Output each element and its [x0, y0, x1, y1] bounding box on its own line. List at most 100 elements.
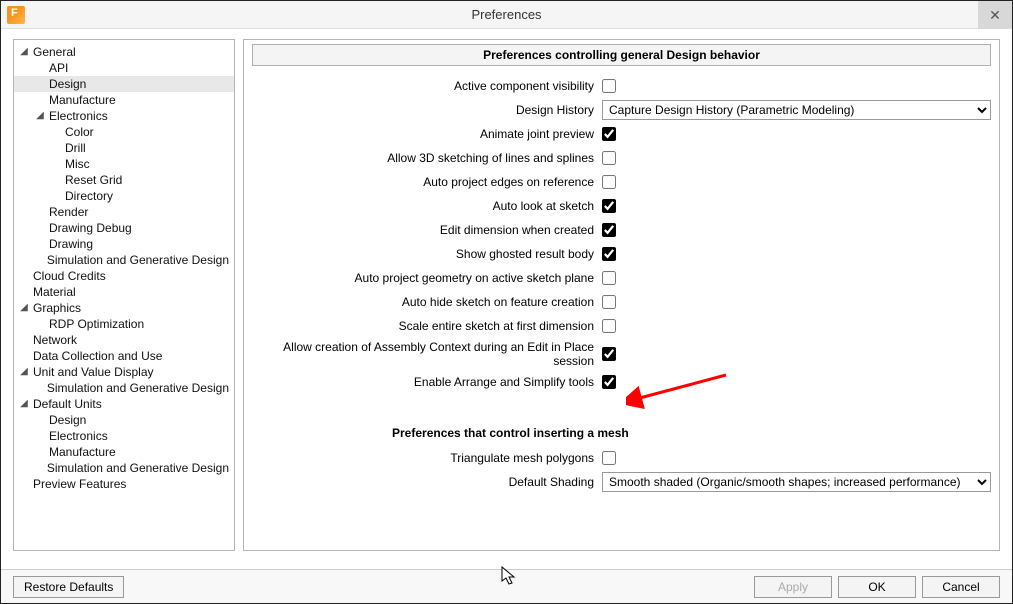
tree-item[interactable]: Simulation and Generative Design — [34, 380, 234, 396]
pref-label: Active component visibility — [252, 79, 602, 93]
tree-item-label: Reset Grid — [62, 172, 125, 188]
pref-label: Show ghosted result body — [252, 247, 602, 261]
tree-collapse-icon[interactable]: ◢ — [18, 300, 30, 316]
tree-item-label: Design — [46, 76, 89, 92]
tree-item-label: Cloud Credits — [30, 268, 109, 284]
tree-item-label: API — [46, 60, 71, 76]
tree-item-label: Design — [46, 412, 89, 428]
section-header-mesh: Preferences that control inserting a mes… — [252, 426, 991, 440]
tree-collapse-icon[interactable]: ◢ — [18, 44, 30, 60]
cancel-button[interactable]: Cancel — [922, 576, 1000, 598]
pref-row: Default ShadingSmooth shaded (Organic/sm… — [252, 472, 991, 492]
tree-item[interactable]: Preview Features — [18, 476, 234, 492]
tree-item[interactable]: Misc — [50, 156, 234, 172]
pref-checkbox[interactable] — [602, 127, 616, 141]
tree-item[interactable]: Network — [18, 332, 234, 348]
tree-item[interactable]: ◢Electronics — [34, 108, 234, 124]
tree-item-label: Network — [30, 332, 80, 348]
pref-checkbox[interactable] — [602, 175, 616, 189]
tree-item-label: Unit and Value Display — [30, 364, 157, 380]
tree-item[interactable]: Render — [34, 204, 234, 220]
tree-item[interactable]: Drill — [50, 140, 234, 156]
nav-tree-panel: ◢GeneralAPIDesignManufacture◢Electronics… — [13, 39, 235, 551]
mesh-pref-rows: Triangulate mesh polygonsDefault Shading… — [252, 448, 991, 492]
pref-label: Design History — [252, 103, 602, 117]
tree-item-label: Render — [46, 204, 91, 220]
tree-collapse-icon[interactable]: ◢ — [34, 108, 46, 124]
tree-item[interactable]: ◢General — [18, 44, 234, 60]
pref-label: Auto project edges on reference — [252, 175, 602, 189]
tree-item[interactable]: Electronics — [34, 428, 234, 444]
pref-checkbox[interactable] — [602, 151, 616, 165]
tree-item[interactable]: Drawing — [34, 236, 234, 252]
pref-label: Edit dimension when created — [252, 223, 602, 237]
tree-item[interactable]: Drawing Debug — [34, 220, 234, 236]
tree-item[interactable]: Reset Grid — [50, 172, 234, 188]
pref-row: Animate joint preview — [252, 124, 991, 144]
tree-item[interactable]: Design — [34, 412, 234, 428]
pref-row: Scale entire sketch at first dimension — [252, 316, 991, 336]
pref-checkbox[interactable] — [602, 223, 616, 237]
tree-item-label: Simulation and Generative Design — [44, 460, 232, 476]
pref-label: Default Shading — [252, 475, 602, 489]
tree-item[interactable]: Material — [18, 284, 234, 300]
tree-item-label: Data Collection and Use — [30, 348, 165, 364]
nav-tree: ◢GeneralAPIDesignManufacture◢Electronics… — [14, 44, 234, 492]
window-title: Preferences — [1, 7, 1012, 22]
pref-row: Auto hide sketch on feature creation — [252, 292, 991, 312]
pref-select[interactable]: Smooth shaded (Organic/smooth shapes; in… — [602, 472, 991, 492]
tree-item[interactable]: Cloud Credits — [18, 268, 234, 284]
pref-control — [602, 347, 991, 361]
pref-checkbox[interactable] — [602, 295, 616, 309]
tree-item[interactable]: Simulation and Generative Design — [34, 252, 234, 268]
tree-item[interactable]: RDP Optimization — [34, 316, 234, 332]
pref-control: Smooth shaded (Organic/smooth shapes; in… — [602, 472, 991, 492]
pref-checkbox[interactable] — [602, 271, 616, 285]
pref-control — [602, 127, 991, 141]
tree-item-label: Manufacture — [46, 92, 119, 108]
pref-label: Auto hide sketch on feature creation — [252, 295, 602, 309]
pref-control — [602, 271, 991, 285]
app-icon — [7, 6, 25, 24]
titlebar: Preferences ✕ — [1, 1, 1012, 29]
tree-item[interactable]: ◢Graphics — [18, 300, 234, 316]
restore-defaults-button[interactable]: Restore Defaults — [13, 576, 124, 598]
tree-item[interactable]: Design — [13, 76, 234, 92]
ok-button[interactable]: OK — [838, 576, 916, 598]
tree-item[interactable]: Data Collection and Use — [18, 348, 234, 364]
tree-item[interactable]: ◢Unit and Value Display — [18, 364, 234, 380]
tree-item-label: Manufacture — [46, 444, 119, 460]
tree-item[interactable]: API — [34, 60, 234, 76]
tree-collapse-icon[interactable]: ◢ — [18, 396, 30, 412]
tree-collapse-icon[interactable]: ◢ — [18, 364, 30, 380]
pref-checkbox[interactable] — [602, 199, 616, 213]
pref-control — [602, 247, 991, 261]
pref-checkbox[interactable] — [602, 319, 616, 333]
pref-label: Auto look at sketch — [252, 199, 602, 213]
tree-item[interactable]: Simulation and Generative Design — [34, 460, 234, 476]
tree-item[interactable]: Color — [50, 124, 234, 140]
pref-row: Show ghosted result body — [252, 244, 991, 264]
pref-select[interactable]: Capture Design History (Parametric Model… — [602, 100, 991, 120]
pref-control: Capture Design History (Parametric Model… — [602, 100, 991, 120]
tree-item-label: Preview Features — [30, 476, 129, 492]
pref-label: Auto project geometry on active sketch p… — [252, 271, 602, 285]
pref-control — [602, 175, 991, 189]
pref-label: Allow 3D sketching of lines and splines — [252, 151, 602, 165]
tree-item[interactable]: Manufacture — [34, 92, 234, 108]
tree-item[interactable]: Directory — [50, 188, 234, 204]
close-button[interactable]: ✕ — [978, 1, 1012, 29]
pref-checkbox[interactable] — [602, 247, 616, 261]
pref-checkbox[interactable] — [602, 79, 616, 93]
tree-item-label: Color — [62, 124, 97, 140]
pref-control — [602, 223, 991, 237]
tree-item[interactable]: Manufacture — [34, 444, 234, 460]
tree-item-label: RDP Optimization — [46, 316, 147, 332]
pref-row: Allow 3D sketching of lines and splines — [252, 148, 991, 168]
pref-checkbox[interactable] — [602, 347, 616, 361]
pref-checkbox[interactable] — [602, 375, 616, 389]
section-header-general-design: Preferences controlling general Design b… — [252, 44, 991, 66]
tree-item[interactable]: ◢Default Units — [18, 396, 234, 412]
pref-checkbox[interactable] — [602, 451, 616, 465]
apply-button[interactable]: Apply — [754, 576, 832, 598]
